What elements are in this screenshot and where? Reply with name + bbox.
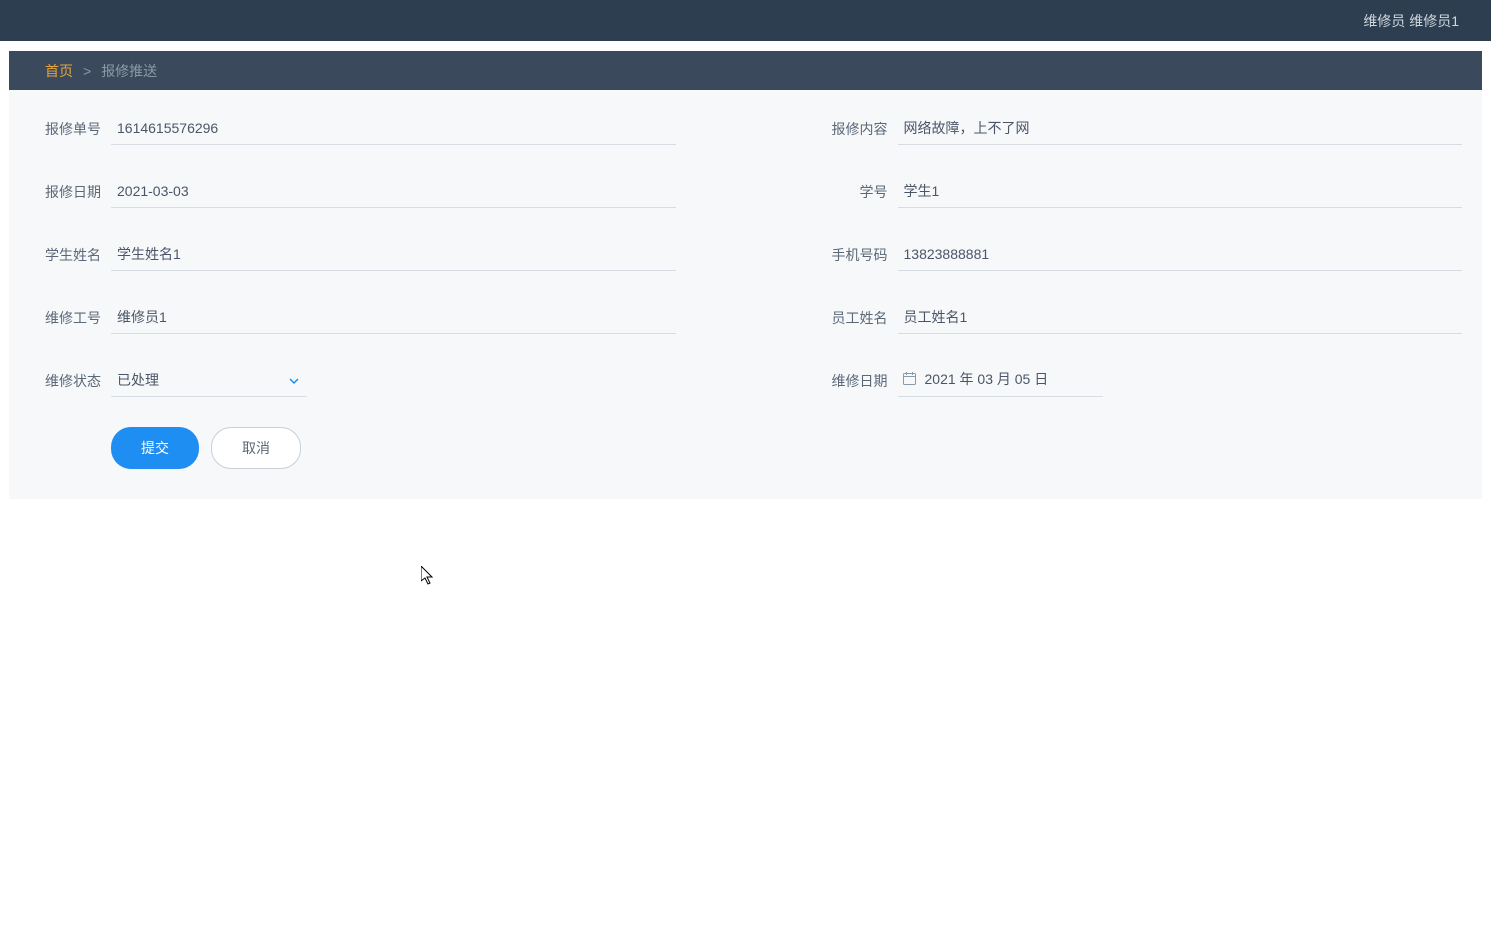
form-grid: 报修单号 报修内容 报修日期 学号 学生姓名 手机号码 维修工号 <box>29 112 1462 397</box>
cursor-icon <box>421 566 437 586</box>
label-repair-date: 报修日期 <box>29 182 101 202</box>
date-picker-maintenance[interactable]: 2021 年 03 月 05 日 <box>898 365 1103 397</box>
input-repair-content[interactable] <box>898 112 1463 145</box>
select-repair-status-input[interactable] <box>111 364 307 397</box>
row-student-id: 学号 <box>816 175 1463 208</box>
row-maintenance-date: 维修日期 2021 年 03 月 05 日 <box>816 364 1463 397</box>
input-worker-id[interactable] <box>111 301 676 334</box>
row-employee-name: 员工姓名 <box>816 301 1463 334</box>
top-header: 维修员 维修员1 <box>0 0 1491 41</box>
row-repair-content: 报修内容 <box>816 112 1463 145</box>
button-row: 提交 取消 <box>29 427 1462 469</box>
breadcrumb-separator: > <box>83 63 91 79</box>
input-repair-date[interactable] <box>111 175 676 208</box>
calendar-icon <box>902 371 917 386</box>
label-repair-status: 维修状态 <box>29 371 101 391</box>
user-name: 维修员1 <box>1409 13 1459 29</box>
row-repair-status: 维修状态 <box>29 364 676 397</box>
input-student-id[interactable] <box>898 175 1463 208</box>
breadcrumb-current: 报修推送 <box>101 61 157 81</box>
row-phone: 手机号码 <box>816 238 1463 271</box>
label-student-name: 学生姓名 <box>29 245 101 265</box>
label-employee-name: 员工姓名 <box>816 308 888 328</box>
label-phone: 手机号码 <box>816 245 888 265</box>
row-repair-order: 报修单号 <box>29 112 676 145</box>
maintenance-date-value: 2021 年 03 月 05 日 <box>925 369 1049 389</box>
row-student-name: 学生姓名 <box>29 238 676 271</box>
user-info[interactable]: 维修员 维修员1 <box>1363 11 1459 31</box>
label-repair-order: 报修单号 <box>29 119 101 139</box>
label-student-id: 学号 <box>816 182 888 202</box>
input-repair-order[interactable] <box>111 112 676 145</box>
cancel-button[interactable]: 取消 <box>211 427 301 469</box>
label-worker-id: 维修工号 <box>29 308 101 328</box>
user-role: 维修员 <box>1363 13 1405 29</box>
content-panel: 报修单号 报修内容 报修日期 学号 学生姓名 手机号码 维修工号 <box>9 90 1482 499</box>
row-repair-date: 报修日期 <box>29 175 676 208</box>
select-repair-status[interactable] <box>111 364 307 397</box>
breadcrumb: 首页 > 报修推送 <box>9 51 1482 90</box>
input-employee-name[interactable] <box>898 301 1463 334</box>
row-worker-id: 维修工号 <box>29 301 676 334</box>
label-repair-content: 报修内容 <box>816 119 888 139</box>
breadcrumb-home-link[interactable]: 首页 <box>45 61 73 81</box>
input-student-name[interactable] <box>111 238 676 271</box>
input-phone[interactable] <box>898 238 1463 271</box>
label-maintenance-date: 维修日期 <box>816 371 888 391</box>
submit-button[interactable]: 提交 <box>111 427 199 469</box>
